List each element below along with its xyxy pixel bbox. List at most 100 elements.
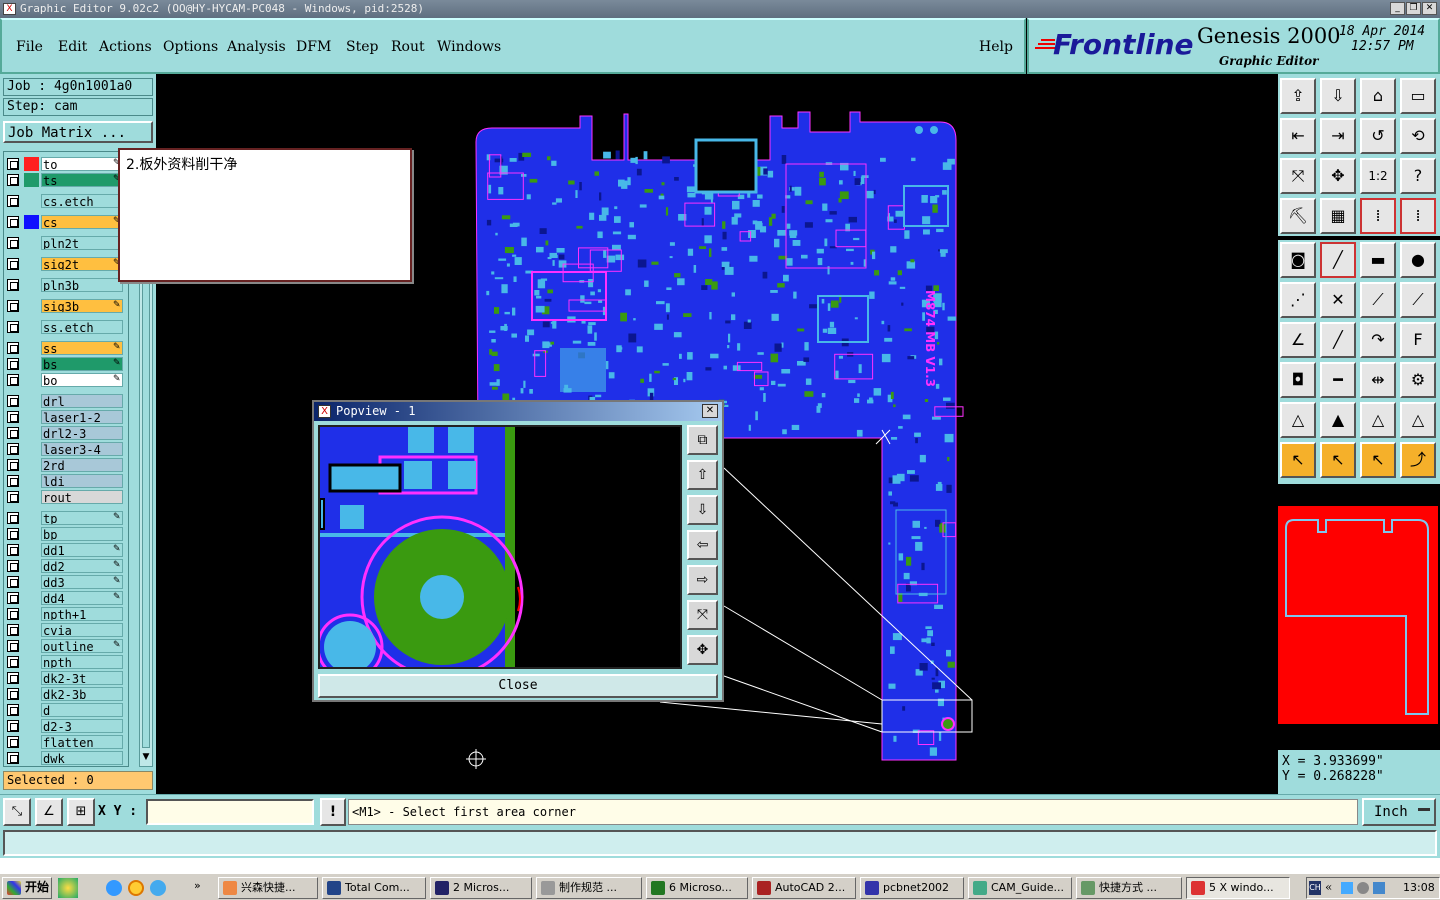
layer-name[interactable]: sig2t [41, 257, 123, 271]
menu-edit[interactable]: Edit [58, 39, 87, 55]
layer-name[interactable]: laser3-4 [41, 442, 123, 456]
layer-name[interactable]: dk2-3b [41, 687, 123, 701]
quicklaunch-icon-3[interactable] [150, 880, 166, 896]
layer-name[interactable]: dd3 [41, 575, 123, 589]
grid-view-icon[interactable]: ▦ [1320, 198, 1356, 234]
layer-checkbox[interactable] [7, 321, 19, 333]
layer-name[interactable]: bo [41, 373, 123, 387]
start-button[interactable]: 开始 [2, 877, 52, 899]
layer-row-dd4[interactable]: dd4 ✎ [7, 591, 123, 606]
triangle-c-icon[interactable]: △ [1360, 402, 1396, 438]
brush-icon[interactable]: ⛏ [1280, 198, 1316, 234]
layer-color-swatch[interactable] [24, 357, 39, 371]
layer-color-swatch[interactable] [24, 591, 39, 605]
layer-color-swatch[interactable] [24, 257, 39, 271]
layer-checkbox[interactable] [7, 560, 19, 572]
layer-row-ss-etch[interactable]: ss.etch [7, 320, 123, 335]
restore-button[interactable]: ❐ [1406, 2, 1421, 15]
shape-icon[interactable]: ◘ [1280, 362, 1316, 398]
layer-color-swatch[interactable] [24, 490, 39, 504]
layer-row-dk2-3b[interactable]: dk2-3b [7, 687, 123, 702]
select-pointer-icon[interactable]: ↖ [1280, 442, 1316, 478]
window-icon[interactable]: ▭ [1400, 78, 1436, 114]
layer-checkbox[interactable] [7, 512, 19, 524]
popview-pan-left-icon[interactable]: ⇦ [687, 530, 718, 560]
layer-color-swatch[interactable] [24, 607, 39, 621]
layer-row-ts[interactable]: ts ✎ [7, 173, 123, 188]
layer-name[interactable]: laser1-2 [41, 410, 123, 424]
popview-zoom-in-icon[interactable]: ⤧ [687, 600, 718, 630]
layer-row-npth[interactable]: npth [7, 655, 123, 670]
layer-color-swatch[interactable] [24, 157, 39, 171]
layer-checkbox[interactable] [7, 342, 19, 354]
fit-icon[interactable]: ⤧ [1280, 158, 1316, 194]
layer-name[interactable]: tp [41, 511, 123, 525]
layer-name[interactable]: dk2-3t [41, 671, 123, 685]
layer-row-flatten[interactable]: flatten [7, 735, 123, 750]
help-icon[interactable]: ? [1400, 158, 1436, 194]
layer-row-pln3b[interactable]: pln3b [7, 278, 123, 293]
layer-name[interactable]: npth+1 [41, 607, 123, 621]
layer-name[interactable]: cs.etch [41, 194, 123, 208]
layer-checkbox[interactable] [7, 158, 19, 170]
layer-name[interactable]: rout [41, 490, 123, 504]
layer-checkbox[interactable] [7, 427, 19, 439]
layer-checkbox[interactable] [7, 624, 19, 636]
layer-row-sig2t[interactable]: sig2t ✎ [7, 257, 123, 272]
font-icon[interactable]: F [1400, 322, 1436, 358]
layer-color-swatch[interactable] [24, 639, 39, 653]
layer-name[interactable]: dd4 [41, 591, 123, 605]
taskbar-item[interactable]: pcbnet2002 [860, 877, 964, 899]
menu-actions[interactable]: Actions [99, 39, 152, 55]
xy-input[interactable] [146, 799, 314, 825]
taskbar-item[interactable]: 6 Microso... [646, 877, 748, 899]
quicklaunch-icon-1[interactable] [58, 878, 78, 898]
group-icon[interactable]: ⚙ [1400, 362, 1436, 398]
layer-color-swatch[interactable] [24, 623, 39, 637]
layer-row-tp[interactable]: tp ✎ [7, 511, 123, 526]
taskbar-item[interactable]: 快捷方式 ... [1076, 877, 1182, 899]
layers-b-icon[interactable]: ⁞ [1400, 198, 1436, 234]
tray-icon-1[interactable] [1341, 882, 1353, 894]
layer-color-swatch[interactable] [24, 442, 39, 456]
layer-color-swatch[interactable] [24, 373, 39, 387]
layer-color-swatch[interactable] [24, 394, 39, 408]
layer-row-laser3-4[interactable]: laser3-4 [7, 442, 123, 457]
layer-checkbox[interactable] [7, 279, 19, 291]
layer-name[interactable]: bs [41, 357, 123, 371]
layer-color-swatch[interactable] [24, 236, 39, 250]
popview-canvas[interactable] [318, 425, 682, 669]
select-net-icon[interactable]: ⤴ [1400, 442, 1436, 478]
minus-icon[interactable]: ━ [1320, 362, 1356, 398]
layer-name[interactable]: outline [41, 639, 123, 653]
connect-icon[interactable]: ⟋ [1360, 282, 1396, 318]
layer-row-npth-1[interactable]: npth+1 [7, 607, 123, 622]
ruler-icon[interactable]: ▬ [1360, 242, 1396, 278]
layer-row-bo[interactable]: bo ✎ [7, 373, 123, 388]
layer-name[interactable]: dd2 [41, 559, 123, 573]
layer-name[interactable]: bp [41, 527, 123, 541]
layer-color-swatch[interactable] [24, 511, 39, 525]
snap-icon[interactable]: ⤡ [3, 798, 31, 826]
layer-color-swatch[interactable] [24, 687, 39, 701]
popview-window[interactable]: Popview - 1 X ✕ ⧉ ⇧ ⇩ ⇦ ⇨ ⤧ ✥ Close [312, 400, 724, 702]
window-title-bar[interactable]: X Graphic Editor 9.02c2 (OO@HY-HYCAM-PC0… [0, 0, 1440, 18]
layer-row-cs-etch[interactable]: cs.etch [7, 194, 123, 209]
layer-checkbox[interactable] [7, 195, 19, 207]
layer-color-swatch[interactable] [24, 320, 39, 334]
layer-row-drl2-3[interactable]: drl2-3 [7, 426, 123, 441]
layer-color-swatch[interactable] [24, 543, 39, 557]
layer-color-swatch[interactable] [24, 735, 39, 749]
node-icon[interactable]: ⟋ [1400, 282, 1436, 318]
layer-row-dk2-3t[interactable]: dk2-3t [7, 671, 123, 686]
home-icon[interactable]: ⌂ [1360, 78, 1396, 114]
layer-row-laser1-2[interactable]: laser1-2 [7, 410, 123, 425]
layer-checkbox[interactable] [7, 358, 19, 370]
layer-checkbox[interactable] [7, 300, 19, 312]
popview-pan-down-icon[interactable]: ⇩ [687, 495, 718, 525]
layer-name[interactable]: ss [41, 341, 123, 355]
layer-name[interactable]: d [41, 703, 123, 717]
tray-expand-icon[interactable]: « [1325, 880, 1332, 894]
layer-row-outline[interactable]: outline ✎ [7, 639, 123, 654]
tray-icon-3[interactable] [1373, 882, 1385, 894]
